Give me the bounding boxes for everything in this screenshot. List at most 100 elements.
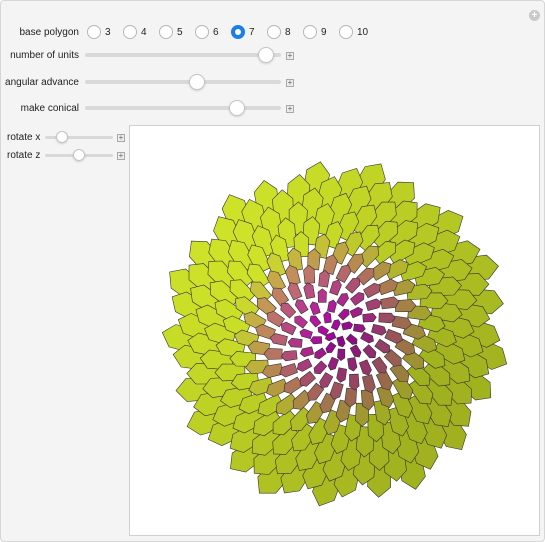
spiral-petal	[371, 356, 388, 374]
spiral-petal	[299, 370, 317, 387]
spiral-petal	[319, 372, 334, 389]
spiral-petal	[353, 323, 366, 333]
base-polygon-option-label: 7	[249, 26, 255, 38]
control-panel: + base polygon 3 4 5 6 7 8 9 10 number of units…	[0, 0, 545, 542]
spiral-petal	[279, 363, 298, 378]
spiral-flower-graphic	[161, 161, 508, 507]
spiral-petal	[287, 337, 303, 348]
radio-button-icon[interactable]	[195, 25, 209, 39]
radio-button-icon[interactable]	[123, 25, 137, 39]
spiral-petal	[365, 298, 382, 311]
base-polygon-option-7[interactable]: 7	[231, 25, 263, 39]
spiral-petal	[327, 356, 339, 371]
spiral-petal	[269, 333, 288, 346]
spiral-petal	[280, 321, 297, 336]
base-polygon-option-8[interactable]: 8	[267, 25, 299, 39]
spiral-petal	[336, 293, 349, 307]
angular-advance-plus-box-icon[interactable]: +	[286, 79, 294, 87]
spiral-petal	[303, 282, 316, 300]
angular-advance-slider[interactable]	[85, 80, 281, 84]
radio-button-icon[interactable]	[159, 25, 173, 39]
spiral-petal	[341, 321, 354, 331]
spiral-petal	[280, 350, 298, 362]
spiral-petal	[309, 301, 321, 316]
spiral-petal	[349, 373, 360, 391]
make-conical-slider-thumb[interactable]	[229, 100, 245, 116]
spiral-petal	[299, 346, 315, 358]
spiral-petal	[283, 376, 304, 395]
spiral-petal	[325, 341, 337, 354]
spiral-petal	[358, 359, 372, 376]
spiral-petal	[330, 319, 341, 331]
spiral-petal	[360, 331, 374, 344]
number-of-units-plus-box-icon[interactable]: +	[286, 52, 294, 60]
base-polygon-option-label: 5	[177, 26, 183, 38]
spiral-petal	[317, 325, 330, 336]
number-of-units-slider-thumb[interactable]	[257, 47, 274, 63]
spiral-petal	[345, 278, 361, 294]
base-polygon-option-4[interactable]: 4	[123, 25, 155, 39]
base-polygon-option-label: 3	[105, 26, 111, 38]
base-polygon-option-10[interactable]: 10	[339, 25, 371, 39]
base-polygon-option-label: 9	[321, 26, 327, 38]
spiral-petal	[294, 315, 308, 329]
spiral-petal	[337, 348, 346, 361]
base-polygon-option-label: 8	[285, 26, 291, 38]
spiral-petal	[309, 315, 322, 328]
spiral-petal	[371, 323, 387, 336]
base-polygon-radio-group: 3 4 5 6 7 8 9 10	[87, 25, 375, 39]
radio-button-icon[interactable]	[87, 25, 101, 39]
rotate-x-label: rotate x	[7, 132, 41, 143]
base-polygon-option-9[interactable]: 9	[303, 25, 335, 39]
rotate-x-plus-box-icon[interactable]: +	[117, 134, 125, 142]
spiral-petal	[318, 269, 330, 288]
spiral-petal	[336, 335, 346, 348]
spiral-petal	[363, 282, 381, 299]
rotate-x-slider-thumb[interactable]	[56, 131, 69, 143]
base-polygon-option-5[interactable]: 5	[159, 25, 191, 39]
spiral-petal	[329, 381, 344, 400]
spiral-petal	[294, 299, 309, 315]
spiral-petal	[347, 357, 358, 372]
spiral-petal	[362, 344, 377, 359]
spiral-petal	[314, 347, 327, 360]
radio-button-icon[interactable]	[267, 25, 281, 39]
spiral-petal	[362, 312, 377, 323]
spiral-petal	[336, 367, 348, 383]
angular-advance-slider-thumb[interactable]	[189, 74, 206, 90]
plus-circle-icon[interactable]: +	[529, 10, 540, 21]
make-conical-plus-box-icon[interactable]: +	[286, 105, 294, 113]
spiral-petal	[374, 338, 391, 354]
spiral-petal	[323, 311, 332, 324]
base-polygon-option-3[interactable]: 3	[87, 25, 119, 39]
rotate-x-slider[interactable]	[45, 136, 113, 139]
base-polygon-label: base polygon	[19, 27, 80, 38]
spiral-petal	[313, 360, 328, 375]
base-polygon-option-label: 4	[141, 26, 147, 38]
spiral-petal	[299, 328, 313, 340]
spiral-petal	[349, 344, 362, 358]
spiral-petal	[329, 279, 342, 296]
radio-button-icon[interactable]	[303, 25, 317, 39]
radio-button-icon[interactable]	[339, 25, 353, 39]
radio-button-icon[interactable]	[231, 25, 245, 39]
base-polygon-option-label: 10	[357, 26, 369, 38]
spiral-petal	[327, 299, 337, 313]
spiral-petal	[287, 282, 303, 301]
angular-advance-label: angular advance	[5, 77, 79, 88]
spiral-petal	[349, 292, 365, 306]
make-conical-slider[interactable]	[85, 106, 281, 110]
rotate-z-label: rotate z	[7, 150, 41, 161]
spiral-petal	[310, 336, 323, 345]
number-of-units-slider[interactable]	[85, 53, 281, 57]
spiral-petal	[349, 306, 363, 319]
base-polygon-option-6[interactable]: 6	[195, 25, 227, 39]
spiral-graphic-area[interactable]	[129, 125, 540, 536]
number-of-units-label: number of units	[10, 50, 79, 61]
spiral-petal	[337, 308, 350, 321]
rotate-z-plus-box-icon[interactable]: +	[117, 152, 125, 160]
spiral-petal	[280, 302, 297, 319]
rotate-z-slider-thumb[interactable]	[73, 149, 85, 161]
spiral-petal	[384, 328, 403, 344]
base-polygon-option-label: 6	[213, 26, 219, 38]
